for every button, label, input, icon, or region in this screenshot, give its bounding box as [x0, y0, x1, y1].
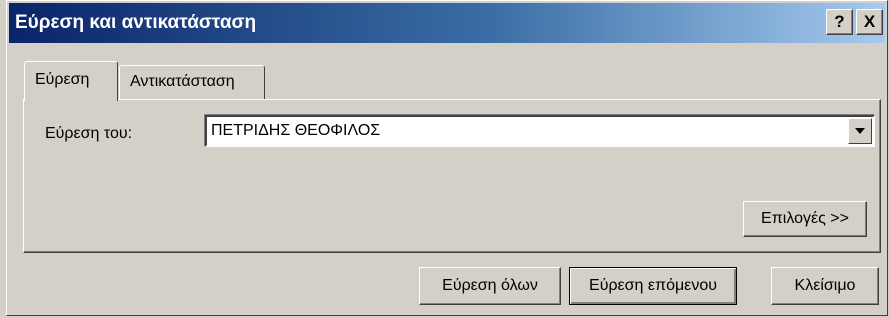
chevron-down-icon[interactable] [848, 118, 872, 144]
find-all-button[interactable]: Εύρεση όλων [419, 267, 561, 305]
find-replace-dialog: Εύρεση και αντικατάσταση ? X Εύρεση Αντι… [6, 0, 888, 316]
find-what-input[interactable]: ΠΕΤΡΙΔΗΣ ΘΕΟΦΙΛΟΣ [211, 122, 380, 140]
find-what-label: Εύρεση του: [45, 125, 133, 142]
tab-replace-label: Αντικατάσταση [130, 73, 235, 90]
close-button[interactable]: Κλείσιμο [771, 267, 879, 305]
close-window-button[interactable]: X [856, 9, 883, 35]
help-button[interactable]: ? [826, 9, 853, 35]
tab-find-label: Εύρεση [35, 71, 90, 88]
find-what-combobox[interactable]: ΠΕΤΡΙΔΗΣ ΘΕΟΦΙΛΟΣ [205, 115, 875, 147]
tab-replace[interactable]: Αντικατάσταση [119, 65, 265, 99]
dialog-title: Εύρεση και αντικατάσταση [15, 12, 257, 33]
find-next-button[interactable]: Εύρεση επόμενου [569, 267, 737, 305]
title-bar[interactable]: Εύρεση και αντικατάσταση ? X [9, 3, 885, 43]
options-button[interactable]: Επιλογές >> [743, 201, 867, 237]
tab-find[interactable]: Εύρεση [24, 61, 118, 101]
